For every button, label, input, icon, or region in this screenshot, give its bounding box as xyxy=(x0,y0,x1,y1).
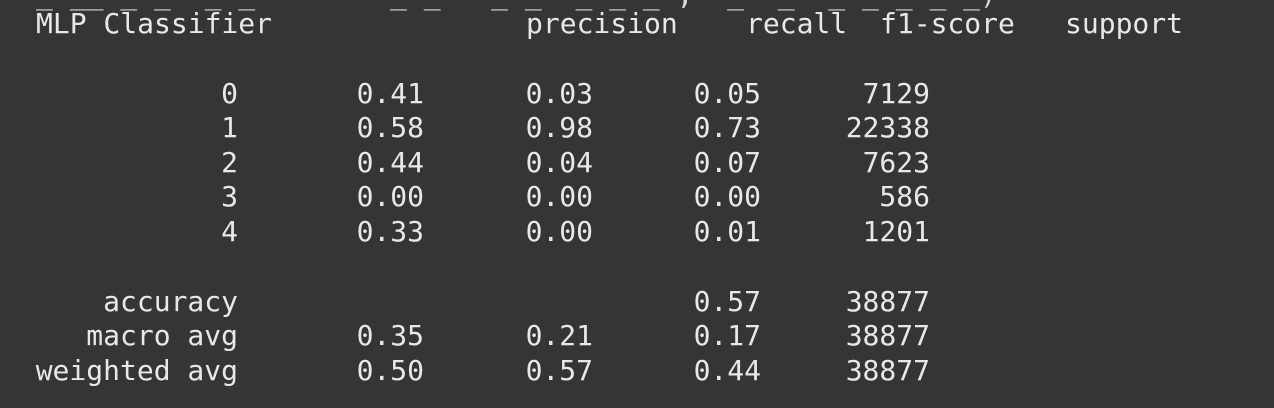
cell-col3: 0.17 xyxy=(693,319,761,352)
cell-col4: 7129 xyxy=(862,77,930,110)
cell-col2: 0.98 xyxy=(525,111,593,144)
cell-col3: 0.05 xyxy=(693,77,761,110)
report-title: MLP Classifier xyxy=(36,7,273,40)
header-support: support xyxy=(1065,7,1184,40)
cell-col3: 0.57 xyxy=(693,285,761,318)
cell-col2: 0.04 xyxy=(525,146,593,179)
header-f1-score: f1-score xyxy=(880,7,1015,40)
cell-col2: 0.00 xyxy=(525,215,593,248)
row-label: accuracy xyxy=(103,285,238,318)
row-label: 1 xyxy=(221,111,238,144)
cell-col1: 0.41 xyxy=(356,77,424,110)
clipped-previous-line: _ __ _ _ _ _ _ _ _ _ _ _ _ , _ _ _ _ _ _… xyxy=(36,0,997,11)
row-label: 3 xyxy=(221,180,238,213)
row-label: 0 xyxy=(221,77,238,110)
cell-col1: 0.50 xyxy=(356,354,424,387)
cell-col3: 0.00 xyxy=(693,180,761,213)
row-label: weighted avg xyxy=(35,354,238,387)
cell-col2: 0.00 xyxy=(525,180,593,213)
cell-col2: 0.03 xyxy=(525,77,593,110)
cell-col4: 22338 xyxy=(845,111,930,144)
cell-col3: 0.44 xyxy=(693,354,761,387)
row-label: 2 xyxy=(221,146,238,179)
cell-col4: 38877 xyxy=(845,319,930,352)
cell-col1: 0.00 xyxy=(356,180,424,213)
cell-col3: 0.01 xyxy=(693,215,761,248)
cell-col3: 0.73 xyxy=(693,111,761,144)
cell-col4: 38877 xyxy=(845,285,930,318)
cell-col1: 0.58 xyxy=(356,111,424,144)
header-recall: recall xyxy=(746,7,848,40)
cell-col4: 7623 xyxy=(862,146,930,179)
row-label: macro avg xyxy=(86,319,238,352)
cell-col2: 0.57 xyxy=(525,354,593,387)
terminal-output: MLP Classifier precision recall f1-score… xyxy=(0,0,1274,408)
cell-col1: 0.44 xyxy=(356,146,424,179)
cell-col2: 0.21 xyxy=(525,319,593,352)
header-precision: precision xyxy=(526,7,678,40)
cell-col4: 1201 xyxy=(862,215,930,248)
cell-col3: 0.07 xyxy=(693,146,761,179)
cell-col4: 586 xyxy=(879,180,930,213)
cell-col1: 0.35 xyxy=(356,319,424,352)
row-label: 4 xyxy=(221,215,238,248)
cell-col1: 0.33 xyxy=(356,215,424,248)
cell-col4: 38877 xyxy=(845,354,930,387)
